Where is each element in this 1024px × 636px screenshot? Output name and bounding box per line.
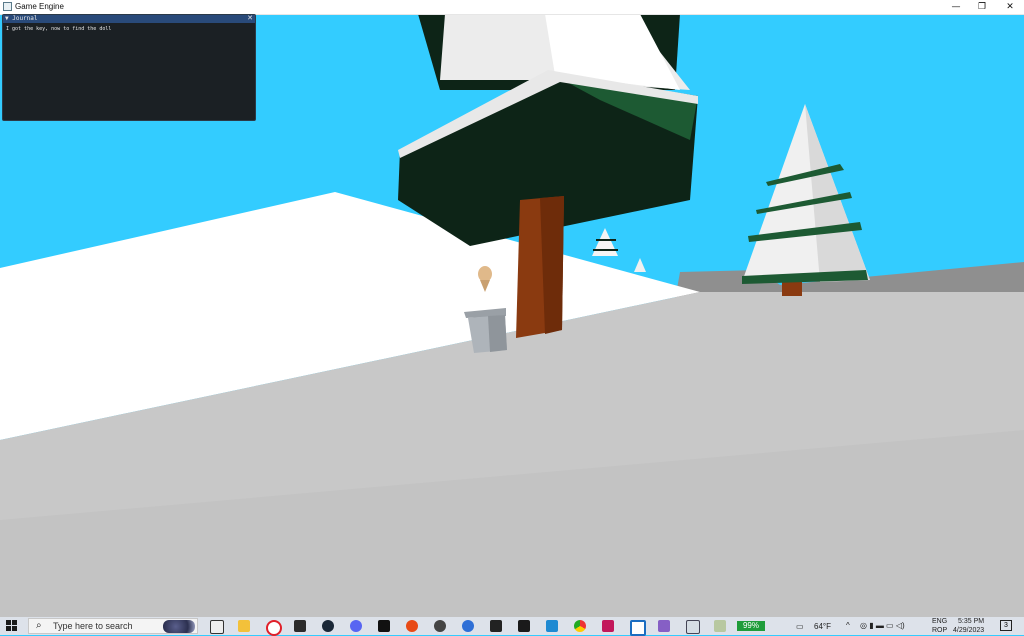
notification-center-icon[interactable]: 3 (1000, 620, 1012, 631)
battery-indicator[interactable]: 99% (737, 621, 765, 631)
paint-icon[interactable] (714, 620, 726, 632)
taskbar-search-box[interactable]: ⌕ Type here to search (28, 618, 198, 634)
task-view-icon[interactable] (210, 620, 224, 634)
window-titlebar: Game Engine — ❐ ✕ (0, 0, 1024, 15)
window-title: Game Engine (15, 2, 64, 11)
file-explorer-icon[interactable] (238, 620, 250, 632)
epic-games-icon[interactable] (490, 620, 502, 632)
app-window-icon (3, 2, 12, 11)
clock-date[interactable]: 4/29/2023 (953, 627, 984, 634)
language-indicator[interactable]: ENG (932, 618, 947, 625)
windows-start-icon[interactable] (6, 620, 18, 632)
tray-icons[interactable]: ◎ ▮ ▬ ▭ ◁) (860, 621, 905, 630)
search-icon: ⌕ (36, 620, 42, 631)
show-hidden-icons-icon[interactable]: ^ (846, 621, 850, 630)
vscode-icon[interactable] (546, 620, 558, 632)
app-icon[interactable] (686, 620, 700, 634)
search-highlight-image (163, 620, 195, 633)
obs-icon[interactable] (434, 620, 446, 632)
nvidia-icon[interactable] (294, 620, 306, 632)
journal-close-button[interactable]: ✕ (247, 14, 253, 23)
taskbar: ⌕ Type here to search 99% ▭ 64°F ^ ◎ ▮ ▬… (0, 617, 1024, 636)
opera-icon[interactable] (266, 620, 282, 636)
minimize-button[interactable]: — (942, 0, 970, 14)
editor-icon[interactable] (630, 620, 646, 636)
rider-icon[interactable] (602, 620, 614, 632)
weather-icon[interactable]: ▭ (796, 622, 804, 631)
language-layout[interactable]: ROP (932, 627, 947, 634)
discord-icon[interactable] (350, 620, 362, 632)
journal-title: ▼ Journal (5, 15, 38, 22)
clion-icon[interactable] (518, 620, 530, 632)
weather-temperature[interactable]: 64°F (814, 622, 831, 631)
steam-icon[interactable] (322, 620, 334, 632)
journal-panel[interactable]: ▼ Journal ✕ I got the key, now to find t… (2, 14, 256, 121)
journal-entry: I got the key, now to find the doll (6, 26, 112, 32)
restore-button[interactable]: ❐ (968, 0, 996, 14)
journal-titlebar[interactable]: ▼ Journal ✕ (3, 14, 255, 23)
visual-studio-icon[interactable] (658, 620, 670, 632)
search-placeholder: Type here to search (53, 621, 133, 631)
blender-icon[interactable] (462, 620, 474, 632)
chrome-icon[interactable] (574, 620, 586, 632)
ea-icon[interactable] (406, 620, 418, 632)
pycharm-icon[interactable] (378, 620, 390, 632)
close-button[interactable]: ✕ (996, 0, 1024, 14)
clock-time[interactable]: 5:35 PM (958, 618, 984, 625)
